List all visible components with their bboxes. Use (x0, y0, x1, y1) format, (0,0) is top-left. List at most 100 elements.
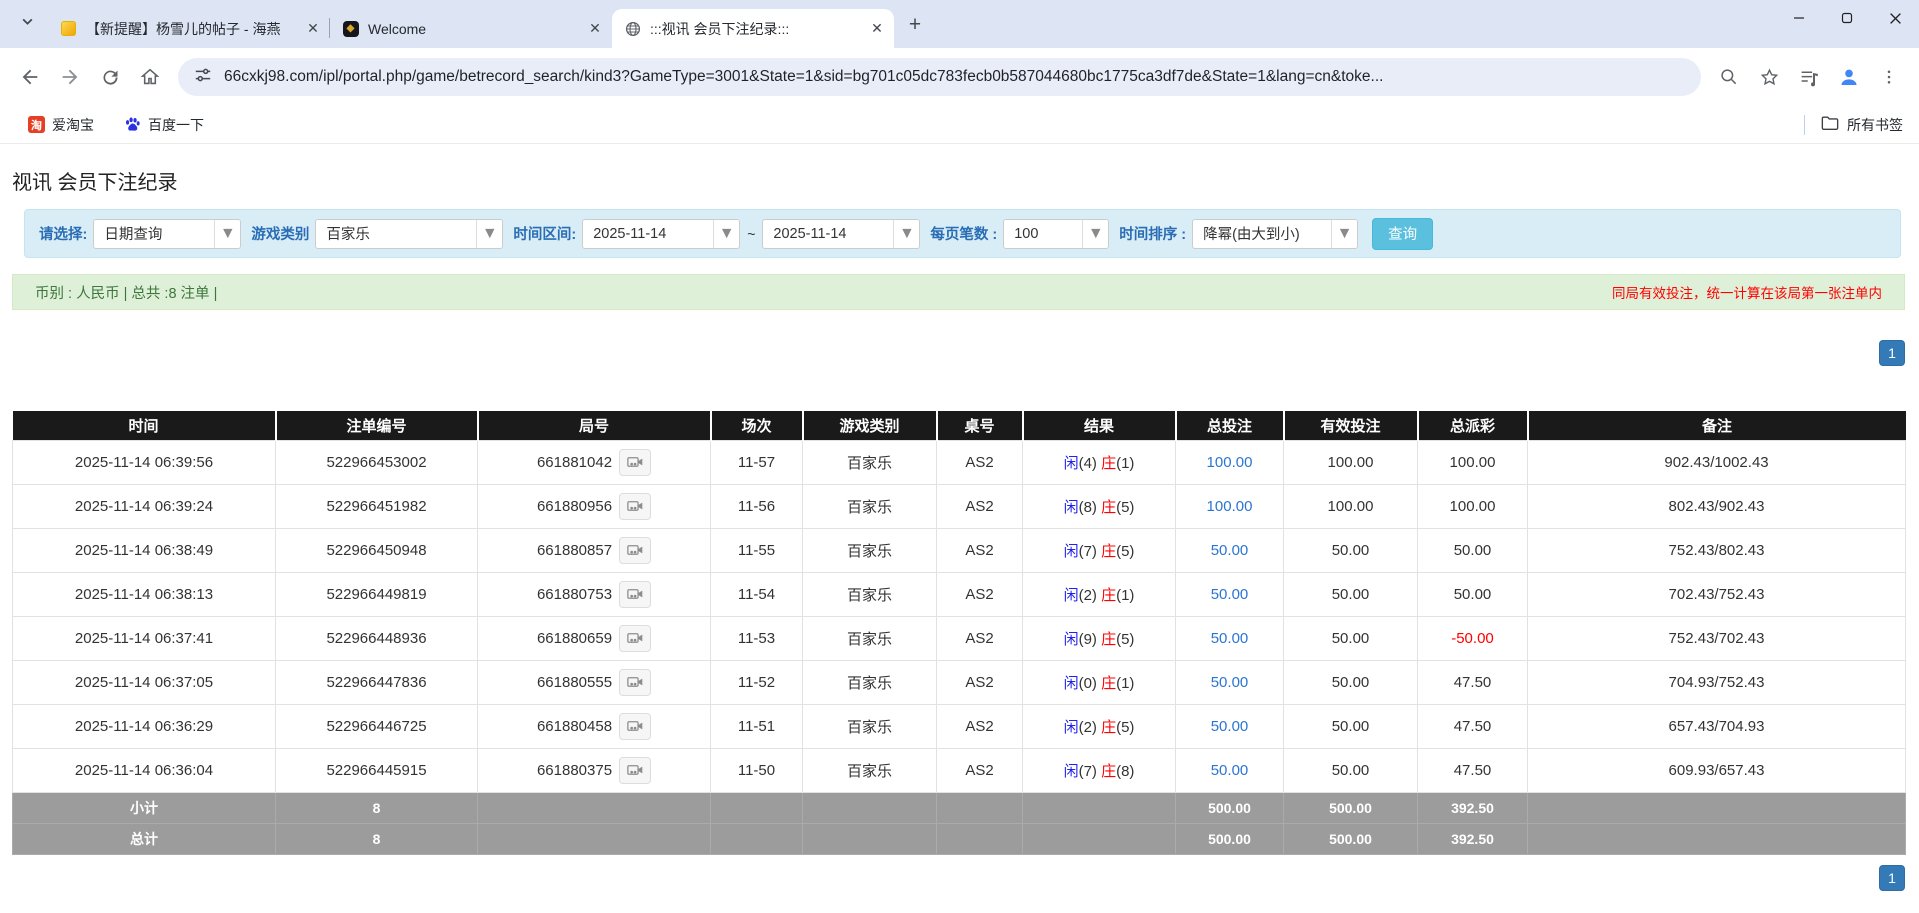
date-to-input[interactable]: 2025-11-14 ▼ (762, 218, 921, 249)
close-window-button[interactable] (1871, 0, 1919, 36)
search-button[interactable]: 查询 (1372, 217, 1434, 250)
video-replay-icon[interactable] (619, 448, 652, 476)
video-replay-icon[interactable] (619, 712, 652, 740)
cell-total-bet[interactable]: 100.00 (1175, 439, 1284, 485)
page-content: 视讯 会员下注纪录 请选择: 日期查询 ▼ 游戏类别 百家乐 ▼ 时间区间: 2… (0, 144, 1919, 891)
bookmarks-bar: 淘 爱淘宝 百度一下 所有书签 (0, 106, 1919, 144)
all-bookmarks-button[interactable]: 所有书签 (1821, 115, 1903, 135)
cell-payout: 50.00 (1417, 571, 1528, 617)
cell-result: 闲(2) 庄(5) (1022, 703, 1176, 749)
cell-result: 闲(7) 庄(8) (1022, 747, 1176, 793)
cell-total-bet[interactable]: 100.00 (1175, 483, 1284, 529)
chevron-down-icon (21, 15, 34, 33)
close-icon[interactable]: ✕ (304, 20, 322, 38)
tab-welcome[interactable]: ◆ Welcome ✕ (329, 9, 612, 48)
menu-dots-icon[interactable] (1869, 57, 1909, 97)
forward-icon[interactable] (50, 57, 90, 97)
bookmark-label: 爱淘宝 (52, 116, 94, 133)
cell-game-type: 百家乐 (802, 703, 937, 749)
payout-sum: 392.50 (1417, 822, 1528, 855)
cell-total-bet[interactable]: 50.00 (1175, 747, 1284, 793)
all-bookmarks-label: 所有书签 (1847, 116, 1903, 133)
valid-bet-sum: 500.00 (1283, 822, 1418, 855)
chevron-down-icon: ▼ (893, 219, 920, 248)
new-tab-button[interactable]: + (900, 10, 930, 40)
date-from-input[interactable]: 2025-11-14 ▼ (582, 218, 741, 249)
cell-remark: 802.43/902.43 (1527, 483, 1906, 529)
zoom-icon[interactable] (1709, 57, 1749, 97)
cell-remark: 609.93/657.43 (1527, 747, 1906, 793)
maximize-button[interactable] (1823, 0, 1871, 36)
bookmarks-divider (1804, 114, 1805, 135)
pagination-page-1-top[interactable]: 1 (1879, 340, 1905, 366)
close-icon[interactable]: ✕ (586, 20, 604, 38)
column-header: 备注 (1527, 411, 1906, 440)
page-title: 视讯 会员下注纪录 (12, 172, 178, 194)
cell-valid-bet: 50.00 (1283, 747, 1418, 793)
cell-valid-bet: 100.00 (1283, 483, 1418, 529)
cell-time: 2025-11-14 06:36:29 (12, 703, 276, 749)
home-icon[interactable] (130, 57, 170, 97)
folder-icon (1821, 115, 1847, 134)
chevron-down-icon: ▼ (214, 219, 241, 248)
game-type-select[interactable]: 百家乐 ▼ (315, 218, 504, 249)
close-icon[interactable]: ✕ (868, 20, 886, 38)
video-replay-icon[interactable] (619, 536, 652, 564)
bookmark-aitaobao[interactable]: 淘 爱淘宝 (28, 115, 94, 135)
table-row: 2025-11-14 06:38:49 522966450948 661880857… (12, 527, 1906, 573)
media-controls-icon[interactable] (1789, 57, 1829, 97)
tab-bet-record[interactable]: :::视讯 会员下注纪录::: ✕ (612, 9, 894, 48)
cell-remark: 752.43/802.43 (1527, 527, 1906, 573)
cell-table-no: AS2 (936, 747, 1023, 793)
table-body: 2025-11-14 06:39:56 522966453002 661881042… (12, 439, 1906, 855)
cell-session: 11-56 (710, 483, 803, 529)
cell-time: 2025-11-14 06:36:04 (12, 747, 276, 793)
cell-result: 闲(4) 庄(1) (1022, 439, 1176, 485)
address-bar[interactable]: 66cxkj98.com/ipl/portal.php/game/betreco… (178, 58, 1701, 96)
bookmark-baidu[interactable]: 百度一下 (124, 115, 204, 135)
cell-table-no: AS2 (936, 659, 1023, 705)
reload-icon[interactable] (90, 57, 130, 97)
page-size-select[interactable]: 100 ▼ (1003, 218, 1110, 249)
video-replay-icon[interactable] (619, 756, 652, 784)
cell-result: 闲(9) 庄(5) (1022, 615, 1176, 661)
window-controls (1775, 0, 1919, 36)
bookmark-star-icon[interactable] (1749, 57, 1789, 97)
cell-time: 2025-11-14 06:37:05 (12, 659, 276, 705)
video-replay-icon[interactable] (619, 668, 652, 696)
cell-table-no: AS2 (936, 703, 1023, 749)
bookmark-label: 百度一下 (148, 116, 204, 133)
cell-bet-id: 522966447836 (275, 659, 478, 705)
tab-forum[interactable]: 【新提醒】杨雪儿的帖子 - 海燕 ✕ (48, 9, 330, 48)
cell-total-bet[interactable]: 50.00 (1175, 703, 1284, 749)
cell-result: 闲(7) 庄(5) (1022, 527, 1176, 573)
cell-round-id: 661880659 (477, 615, 711, 661)
cell-total-bet[interactable]: 50.00 (1175, 615, 1284, 661)
cell-total-bet[interactable]: 50.00 (1175, 527, 1284, 573)
tab-search-button[interactable] (10, 7, 44, 41)
column-header: 注单编号 (275, 411, 479, 440)
cell-round-id: 661880555 (477, 659, 711, 705)
video-replay-icon[interactable] (619, 624, 652, 652)
video-replay-icon[interactable] (619, 580, 652, 608)
cell-valid-bet: 50.00 (1283, 659, 1418, 705)
query-type-select[interactable]: 日期查询 ▼ (93, 218, 242, 249)
back-icon[interactable] (10, 57, 50, 97)
site-info-icon[interactable] (194, 66, 212, 89)
video-replay-icon[interactable] (619, 492, 652, 520)
profile-avatar[interactable] (1829, 57, 1869, 97)
tab-title: :::视讯 会员下注纪录::: (650, 20, 790, 37)
cell-bet-id: 522966450948 (275, 527, 478, 573)
cell-total-bet[interactable]: 50.00 (1175, 571, 1284, 617)
cell-total-bet[interactable]: 50.00 (1175, 659, 1284, 705)
chevron-down-icon: ▼ (1082, 219, 1109, 248)
sort-select[interactable]: 降幂(由大到小) ▼ (1192, 218, 1359, 249)
cell-time: 2025-11-14 06:39:56 (12, 439, 276, 485)
browser-toolbar: 66cxkj98.com/ipl/portal.php/game/betreco… (0, 48, 1919, 106)
pagination-page-1-bottom[interactable]: 1 (1879, 864, 1905, 891)
cell-time: 2025-11-14 06:39:24 (12, 483, 276, 529)
cell-bet-id: 522966448936 (275, 615, 478, 661)
cell-round-id: 661881042 (477, 439, 711, 485)
minimize-button[interactable] (1775, 0, 1823, 36)
cell-session: 11-55 (710, 527, 803, 573)
